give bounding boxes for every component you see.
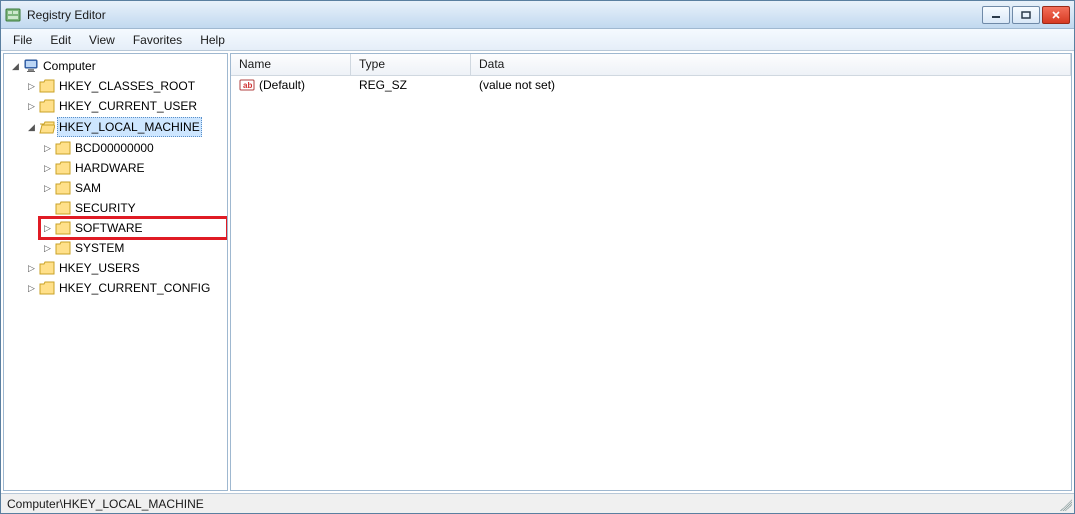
tree-node-hklm[interactable]: ◢ HKEY_LOCAL_MACHINE <box>24 116 227 138</box>
list-row[interactable]: ab (Default) REG_SZ (value not set) <box>231 76 1071 94</box>
value-type: REG_SZ <box>351 77 471 93</box>
folder-icon <box>55 221 71 235</box>
col-name-header[interactable]: Name <box>231 54 351 75</box>
tree-node-hkcc[interactable]: ▷ HKEY_CURRENT_CONFIG <box>24 278 227 298</box>
folder-icon <box>39 79 55 93</box>
tree-label: HKEY_LOCAL_MACHINE <box>57 117 202 137</box>
expand-icon[interactable]: ▷ <box>42 183 53 194</box>
tree-node-security[interactable]: ▷ SECURITY <box>40 198 227 218</box>
folder-icon <box>55 181 71 195</box>
folder-icon <box>55 241 71 255</box>
folder-open-icon <box>39 120 55 134</box>
folder-icon <box>55 161 71 175</box>
tree-node-hkcu[interactable]: ▷ HKEY_CURRENT_USER <box>24 96 227 116</box>
menu-favorites[interactable]: Favorites <box>125 31 190 49</box>
tree-node-computer[interactable]: ◢ Computer <box>8 56 227 76</box>
collapse-icon[interactable]: ◢ <box>26 122 37 133</box>
tree-node-bcd[interactable]: ▷ BCD00000000 <box>40 138 227 158</box>
tree-label: Computer <box>41 57 98 75</box>
expand-icon[interactable]: ▷ <box>42 143 53 154</box>
tree-label: HKEY_CURRENT_USER <box>57 97 199 115</box>
statusbar: Computer\HKEY_LOCAL_MACHINE <box>1 493 1074 513</box>
menu-edit[interactable]: Edit <box>42 31 79 49</box>
menu-view[interactable]: View <box>81 31 123 49</box>
expand-icon[interactable]: ▷ <box>42 243 53 254</box>
svg-text:ab: ab <box>243 81 252 90</box>
menu-file[interactable]: File <box>5 31 40 49</box>
expand-icon[interactable]: ▷ <box>26 263 37 274</box>
menu-help[interactable]: Help <box>192 31 233 49</box>
folder-icon <box>39 99 55 113</box>
expand-icon[interactable]: ▷ <box>26 283 37 294</box>
maximize-button[interactable] <box>1012 6 1040 24</box>
collapse-icon[interactable]: ◢ <box>10 61 21 72</box>
folder-icon <box>39 281 55 295</box>
tree-node-hku[interactable]: ▷ HKEY_USERS <box>24 258 227 278</box>
tree-label: HARDWARE <box>73 159 147 177</box>
value-name: (Default) <box>259 78 305 92</box>
close-button[interactable] <box>1042 6 1070 24</box>
col-type-header[interactable]: Type <box>351 54 471 75</box>
col-data-header[interactable]: Data <box>471 54 1071 75</box>
expand-icon[interactable]: ▷ <box>42 223 53 234</box>
content-area: ◢ Computer ▷ HKEY_CLASSES_ROOT <box>1 51 1074 493</box>
tree-node-system[interactable]: ▷ SYSTEM <box>40 238 227 258</box>
tree-label: HKEY_USERS <box>57 259 142 277</box>
expand-icon[interactable]: ▷ <box>26 81 37 92</box>
tree-node-software[interactable]: ▷ SOFTWARE <box>40 218 227 238</box>
tree-label: HKEY_CURRENT_CONFIG <box>57 279 212 297</box>
tree-label: SECURITY <box>73 199 138 217</box>
minimize-button[interactable] <box>982 6 1010 24</box>
regedit-app-icon <box>5 7 21 23</box>
list-body[interactable]: ab (Default) REG_SZ (value not set) <box>231 76 1071 490</box>
menubar: File Edit View Favorites Help <box>1 29 1074 51</box>
tree-node-hardware[interactable]: ▷ HARDWARE <box>40 158 227 178</box>
string-value-icon: ab <box>239 77 255 93</box>
value-data: (value not set) <box>471 77 1071 93</box>
expand-icon[interactable]: ▷ <box>42 163 53 174</box>
folder-icon <box>55 201 71 215</box>
list-header: Name Type Data <box>231 54 1071 76</box>
titlebar: Registry Editor <box>1 1 1074 29</box>
tree-label: SYSTEM <box>73 239 126 257</box>
list-pane: Name Type Data ab (Default) REG_SZ (valu… <box>230 53 1072 491</box>
window-title: Registry Editor <box>27 8 982 22</box>
computer-icon <box>23 58 39 74</box>
window-controls <box>982 6 1070 24</box>
tree-pane[interactable]: ◢ Computer ▷ HKEY_CLASSES_ROOT <box>3 53 228 491</box>
expand-icon[interactable]: ▷ <box>26 101 37 112</box>
folder-icon <box>39 261 55 275</box>
statusbar-path: Computer\HKEY_LOCAL_MACHINE <box>7 497 204 511</box>
folder-icon <box>55 141 71 155</box>
tree-label: BCD00000000 <box>73 139 156 157</box>
tree-node-sam[interactable]: ▷ SAM <box>40 178 227 198</box>
tree-label: HKEY_CLASSES_ROOT <box>57 77 197 95</box>
tree-label: SAM <box>73 179 103 197</box>
tree-node-hkcr[interactable]: ▷ HKEY_CLASSES_ROOT <box>24 76 227 96</box>
tree-label: SOFTWARE <box>73 219 145 237</box>
